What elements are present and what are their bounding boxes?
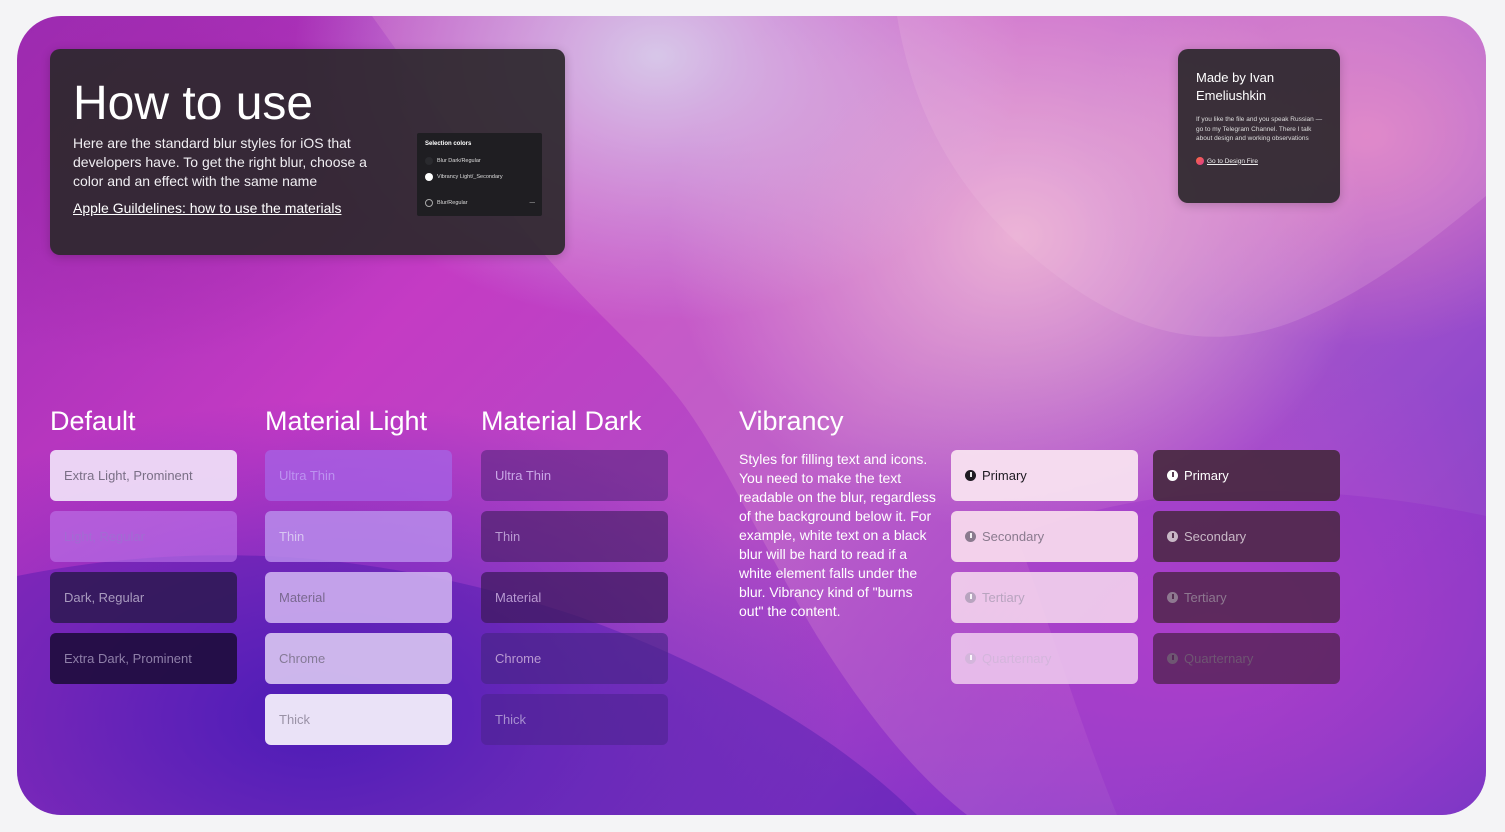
vibrancy-label: Quarternary (1184, 651, 1254, 666)
selection-item: Vibrancy Light/_Secondary (425, 173, 503, 181)
made-by-title: Made by Ivan Emeliushkin (1196, 70, 1275, 103)
vibrancy-label: Primary (1184, 468, 1229, 483)
info-icon (1167, 531, 1178, 542)
vibrancy-label: Secondary (982, 529, 1045, 544)
how-to-use-panel: How to use Here are the standard blur st… (50, 49, 565, 255)
material-light-swatch[interactable]: Material (265, 572, 452, 623)
vibrancy-light-secondary[interactable]: Secondary (951, 511, 1138, 562)
info-icon (1167, 470, 1178, 481)
selection-item: Blur/Regular — (425, 199, 535, 207)
default-title: Default (50, 406, 136, 436)
vibrancy-dark-primary[interactable]: Primary (1153, 450, 1340, 501)
default-swatch[interactable]: Light, Regular (50, 511, 237, 562)
vibrancy-label: Primary (982, 468, 1027, 483)
minus-icon: — (529, 200, 536, 206)
design-canvas: How to use Here are the standard blur st… (17, 16, 1486, 815)
vibrancy-label: Secondary (1184, 529, 1247, 544)
material-dark-swatch[interactable]: Chrome (481, 633, 668, 684)
info-icon (1167, 653, 1178, 664)
vibrancy-dark-tertiary[interactable]: Tertiary (1153, 572, 1340, 623)
vibrancy-label: Tertiary (1184, 590, 1227, 605)
color-dot-icon (425, 173, 433, 181)
selection-item-label: Blur Dark/Regular (437, 158, 481, 164)
design-fire-link[interactable]: Go to Design Fire (1196, 157, 1258, 165)
info-icon (965, 653, 976, 664)
material-dark-title: Material Dark (481, 406, 642, 436)
selection-colors-preview: Selection colors Blur Dark/Regular Vibra… (417, 133, 542, 216)
material-dark-swatch[interactable]: Ultra Thin (481, 450, 668, 501)
material-light-swatch[interactable]: Ultra Thin (265, 450, 452, 501)
apple-guidelines-link[interactable]: Apple Guildelines: how to use the materi… (73, 200, 341, 216)
default-swatch[interactable]: Extra Light, Prominent (50, 450, 237, 501)
made-by-description: If you like the file and you speak Russi… (1196, 116, 1323, 142)
material-dark-swatch[interactable]: Thin (481, 511, 668, 562)
selection-item-label: Vibrancy Light/_Secondary (437, 174, 503, 180)
vibrancy-dark-quarternary[interactable]: Quarternary (1153, 633, 1340, 684)
vibrancy-dark-secondary[interactable]: Secondary (1153, 511, 1340, 562)
vibrancy-description: Styles for filling text and icons. You n… (739, 451, 936, 619)
default-swatch[interactable]: Extra Dark, Prominent (50, 633, 237, 684)
default-swatch[interactable]: Dark, Regular (50, 572, 237, 623)
vibrancy-title: Vibrancy (739, 406, 844, 436)
info-icon (965, 470, 976, 481)
material-dark-swatch[interactable]: Material (481, 572, 668, 623)
made-by-panel: Made by Ivan Emeliushkin If you like the… (1178, 49, 1340, 203)
how-to-use-title: How to use (73, 77, 314, 130)
vibrancy-label: Tertiary (982, 590, 1025, 605)
color-dot-icon (425, 157, 433, 165)
design-fire-logo-icon (1196, 157, 1204, 165)
material-light-swatch[interactable]: Thin (265, 511, 452, 562)
selection-colors-title: Selection colors (425, 141, 472, 147)
vibrancy-light-primary[interactable]: Primary (951, 450, 1138, 501)
vibrancy-light-quarternary[interactable]: Quarternary (951, 633, 1138, 684)
info-icon (965, 531, 976, 542)
vibrancy-label: Quarternary (982, 651, 1052, 666)
material-light-swatch[interactable]: Chrome (265, 633, 452, 684)
material-light-title: Material Light (265, 406, 428, 436)
material-light-swatch[interactable]: Thick (265, 694, 452, 745)
vibrancy-light-tertiary[interactable]: Tertiary (951, 572, 1138, 623)
material-dark-swatch[interactable]: Thick (481, 694, 668, 745)
design-fire-link-label: Go to Design Fire (1207, 157, 1258, 165)
info-icon (965, 592, 976, 603)
selection-item-label: Blur/Regular (437, 200, 468, 206)
selection-item: Blur Dark/Regular (425, 157, 481, 165)
info-icon (1167, 592, 1178, 603)
effect-icon (425, 199, 433, 207)
how-to-use-description: Here are the standard blur styles for iO… (73, 135, 367, 189)
